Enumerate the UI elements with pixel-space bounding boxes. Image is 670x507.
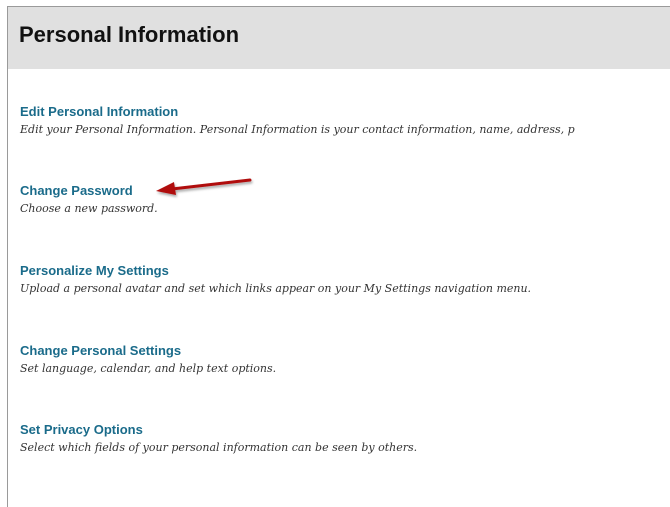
- change-personal-settings-link[interactable]: Change Personal Settings: [20, 343, 276, 359]
- list-item-edit-personal-information: Edit Personal Information Edit your Pers…: [20, 104, 575, 137]
- change-personal-settings-description: Set language, calendar, and help text op…: [20, 362, 277, 375]
- personalize-my-settings-link[interactable]: Personalize My Settings: [20, 263, 531, 279]
- edit-personal-information-description: Edit your Personal Information. Personal…: [20, 123, 575, 136]
- list-item-change-personal-settings: Change Personal Settings Set language, c…: [20, 343, 276, 376]
- list-item-change-password: Change Password Choose a new password.: [20, 183, 158, 216]
- personalize-my-settings-description: Upload a personal avatar and set which l…: [20, 282, 532, 295]
- edit-personal-information-link[interactable]: Edit Personal Information: [20, 104, 575, 120]
- personal-information-panel: Personal Information Edit Personal Infor…: [7, 6, 670, 507]
- list-item-set-privacy-options: Set Privacy Options Select which fields …: [20, 422, 417, 455]
- list-item-personalize-my-settings: Personalize My Settings Upload a persona…: [20, 263, 531, 296]
- change-password-description: Choose a new password.: [20, 202, 158, 215]
- change-password-link[interactable]: Change Password: [20, 183, 158, 199]
- red-pointer-arrow-icon: [156, 178, 252, 195]
- page-header: Personal Information: [8, 7, 670, 69]
- page-title: Personal Information: [19, 22, 240, 47]
- set-privacy-options-link[interactable]: Set Privacy Options: [20, 422, 417, 438]
- set-privacy-options-description: Select which fields of your personal inf…: [20, 441, 418, 454]
